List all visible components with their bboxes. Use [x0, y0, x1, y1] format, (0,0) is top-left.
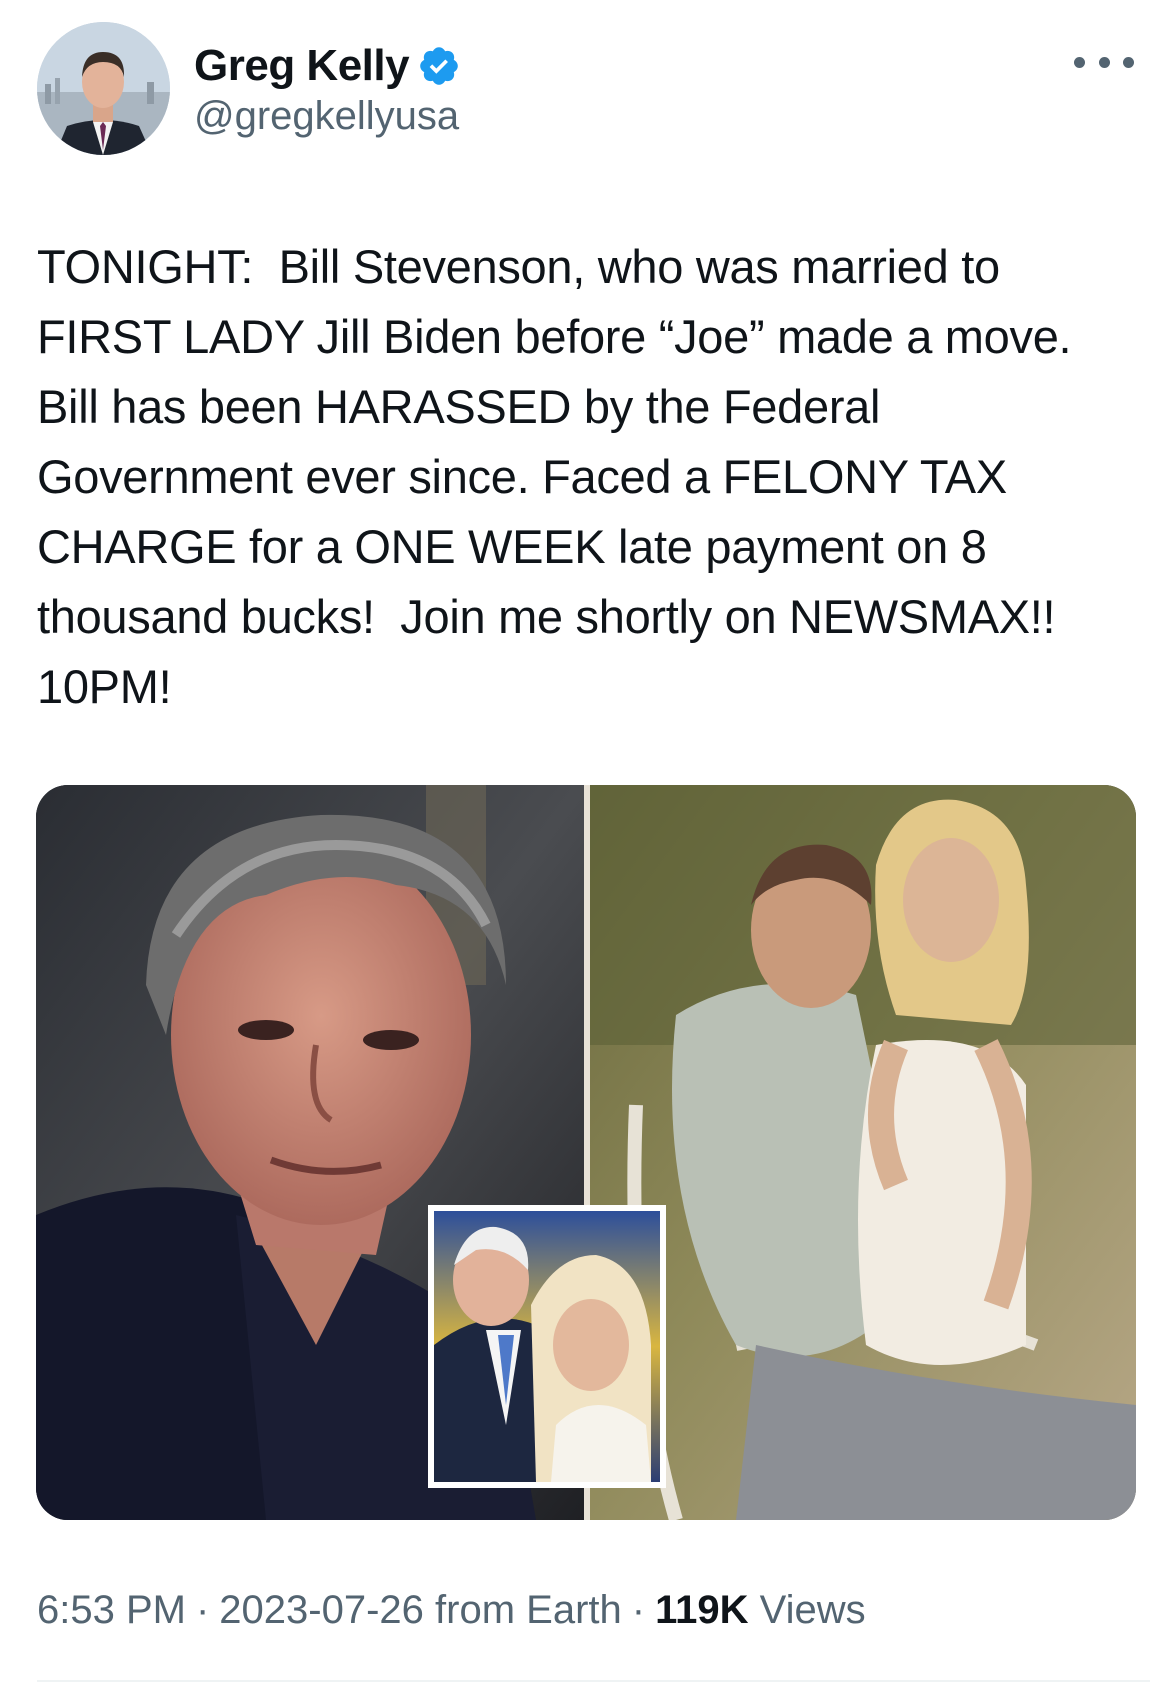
verified-badge-icon[interactable]	[417, 44, 461, 88]
author-name-row[interactable]: Greg Kelly	[194, 40, 461, 92]
right-photo	[590, 785, 1136, 1520]
tweet-source: from Earth	[435, 1588, 622, 1632]
tweet-media-image[interactable]	[36, 785, 1136, 1520]
more-options-icon[interactable]	[1074, 50, 1134, 74]
more-dot	[1123, 56, 1134, 68]
tweet-date: 2023-07-26	[219, 1588, 424, 1632]
tweet-timestamp-link[interactable]: 6:53 PM	[37, 1588, 186, 1632]
more-dot	[1098, 56, 1110, 68]
views-count: 119K	[655, 1588, 749, 1632]
views-link[interactable]: 119K Views	[655, 1588, 866, 1632]
tweet-text: TONIGHT: Bill Stevenson, who was married…	[37, 240, 1085, 713]
inset-photo	[428, 1205, 666, 1488]
author-display-name[interactable]: Greg Kelly	[194, 41, 410, 91]
divider	[37, 1680, 1150, 1682]
author-avatar[interactable]	[37, 22, 170, 155]
tweet-time: 6:53 PM	[37, 1588, 186, 1632]
more-dot	[1074, 56, 1085, 68]
tweet-meta: 6:53 PM · 2023-07-26 from Earth · 119K Views	[37, 1588, 866, 1633]
meta-separator: ·	[631, 1588, 646, 1632]
author-handle[interactable]: @gregkellyusa	[194, 94, 459, 139]
views-label: Views	[759, 1588, 866, 1632]
tweet: Greg Kelly @gregkellyusa TONIGHT: Bill S…	[0, 0, 1170, 1683]
tweet-date-link[interactable]: 2023-07-26	[219, 1588, 424, 1632]
meta-separator: ·	[195, 1588, 210, 1632]
